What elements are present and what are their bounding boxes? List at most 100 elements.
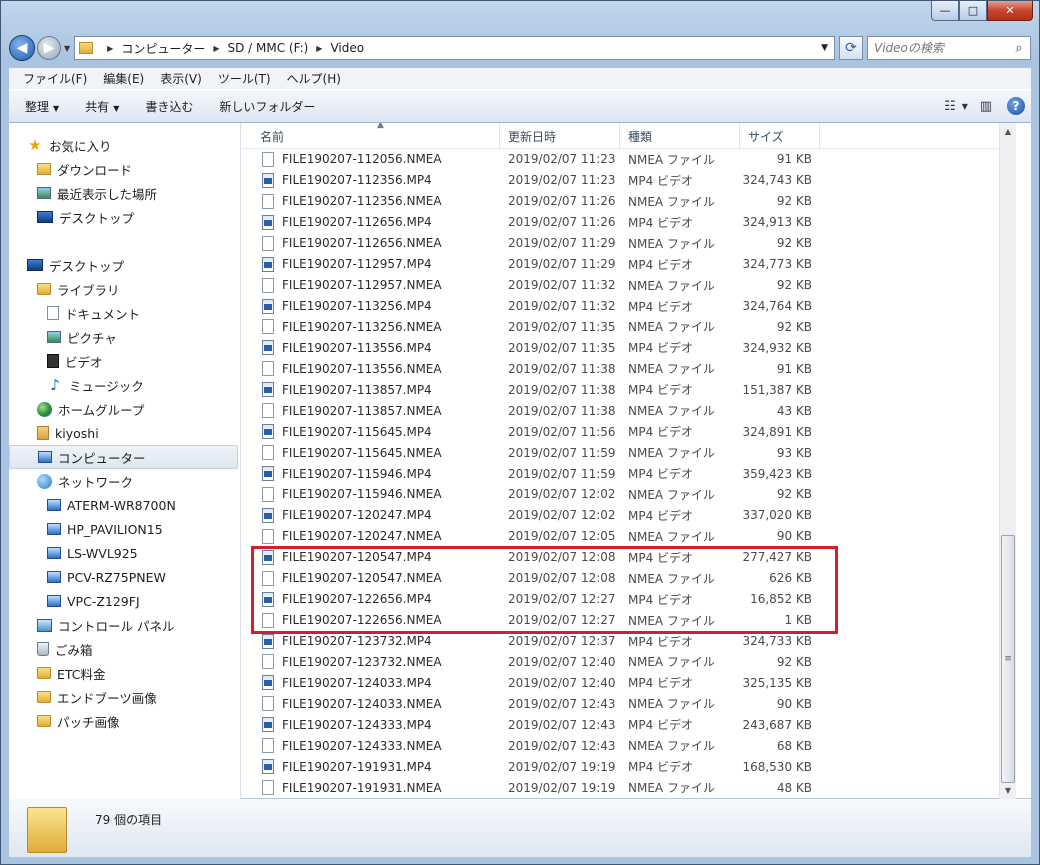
close-button[interactable]: ✕ [987,1,1033,21]
table-row[interactable]: FILE190207-113556.MP4 2019/02/07 11:35 MP4… [242,337,1016,358]
nav-network-host[interactable]: PCV-RZ75PNEW [9,565,240,589]
nav-recycle-bin[interactable]: ごみ箱 [9,637,240,661]
column-header-name[interactable]: ▲ 名前 [242,123,500,149]
menu-tools[interactable]: ツール(T) [210,68,279,89]
table-row[interactable]: FILE190207-113857.MP4 2019/02/07 11:38 MP4… [242,379,1016,400]
table-row[interactable]: FILE190207-115946.NMEA 2019/02/07 12:02 NM… [242,484,1016,505]
nav-favorites[interactable]: ★ お気に入り [9,133,240,157]
nav-desktop-favorite[interactable]: デスクトップ [9,205,240,229]
homegroup-icon [37,401,52,417]
control-panel-icon [37,618,52,632]
table-row[interactable]: FILE190207-124033.NMEA 2019/02/07 12:43 NM… [242,693,1016,714]
help-icon: ? [1007,97,1025,115]
table-row[interactable]: FILE190207-124033.MP4 2019/02/07 12:40 MP4… [242,672,1016,693]
new-folder-button[interactable]: 新しいフォルダー [209,94,325,119]
file-name: FILE190207-113556.NMEA [282,361,442,376]
breadcrumb-computer[interactable]: コンピューター [121,40,205,57]
nav-control-panel[interactable]: コントロール パネル [9,613,240,637]
column-header-date[interactable]: 更新日時 [500,123,620,149]
burn-button[interactable]: 書き込む [135,94,203,119]
maximize-button[interactable]: □ [959,1,987,21]
menu-view[interactable]: 表示(V) [152,68,210,89]
table-row[interactable]: FILE190207-120547.NMEA 2019/02/07 12:08 NM… [242,568,1016,589]
nav-libraries[interactable]: ライブラリ [9,277,240,301]
menu-file[interactable]: ファイル(F) [15,68,95,89]
nav-folder[interactable]: ETC料金 [9,661,240,685]
file-date: 2019/02/07 19:19 [508,759,616,774]
nav-pictures[interactable]: ピクチャ [9,325,240,349]
nav-homegroup[interactable]: ホームグループ [9,397,240,421]
nav-network-host[interactable]: ATERM-WR8700N [9,493,240,517]
nav-documents[interactable]: ドキュメント [9,301,240,325]
address-dropdown-icon[interactable]: ▼ [821,43,828,53]
nav-videos[interactable]: ビデオ [9,349,240,373]
scroll-thumb[interactable]: ≡ [1001,535,1015,783]
preview-pane-button[interactable]: ▥ [971,95,1001,117]
nav-user[interactable]: kiyoshi [9,421,240,445]
table-row[interactable]: FILE190207-112356.MP4 2019/02/07 11:23 MP4… [242,170,1016,191]
nav-folder[interactable]: エンドブーツ画像 [9,685,240,709]
nav-network[interactable]: ネットワーク [9,469,240,493]
table-row[interactable]: FILE190207-122656.NMEA 2019/02/07 12:27 NM… [242,610,1016,631]
nav-network-host[interactable]: HP_PAVILION15 [9,517,240,541]
column-header-size[interactable]: サイズ [740,123,820,149]
forward-button[interactable]: ▶ [37,36,61,60]
nav-network-host[interactable]: VPC-Z129FJ [9,589,240,613]
nav-music[interactable]: ♪ ミュージック [9,373,240,397]
table-row[interactable]: FILE190207-123732.NMEA 2019/02/07 12:40 NM… [242,652,1016,673]
search-input[interactable] [874,41,1008,55]
nav-recent[interactable]: 最近表示した場所 [9,181,240,205]
table-row[interactable]: FILE190207-124333.MP4 2019/02/07 12:43 MP4… [242,714,1016,735]
table-row[interactable]: FILE190207-123732.MP4 2019/02/07 12:37 MP4… [242,631,1016,652]
table-row[interactable]: FILE190207-113556.NMEA 2019/02/07 11:38 NM… [242,358,1016,379]
search-icon[interactable]: ⌕ [1008,41,1030,56]
chevron-right-icon: ▶ [107,43,114,53]
table-row[interactable]: FILE190207-112656.MP4 2019/02/07 11:26 MP4… [242,212,1016,233]
breadcrumb-sd-card[interactable]: SD / MMC (F:) [227,41,308,55]
column-header-type[interactable]: 種類 [620,123,740,149]
file-date: 2019/02/07 11:23 [508,152,616,167]
help-button[interactable]: ? [1001,95,1031,117]
table-row[interactable]: FILE190207-191931.MP4 2019/02/07 19:19 MP4… [242,756,1016,777]
table-row[interactable]: FILE190207-112957.NMEA 2019/02/07 11:32 NM… [242,275,1016,296]
nav-computer[interactable]: コンピューター [9,445,238,469]
nav-folder[interactable]: パッチ画像 [9,709,240,733]
table-row[interactable]: FILE190207-113857.NMEA 2019/02/07 11:38 NM… [242,400,1016,421]
table-row[interactable]: FILE190207-115645.NMEA 2019/02/07 11:59 NM… [242,442,1016,463]
table-row[interactable]: FILE190207-124333.NMEA 2019/02/07 12:43 NM… [242,735,1016,756]
table-row[interactable]: FILE190207-115946.MP4 2019/02/07 11:59 MP4… [242,463,1016,484]
scroll-down-button[interactable]: ▼ [1000,782,1016,799]
table-row[interactable]: FILE190207-112656.NMEA 2019/02/07 11:29 NM… [242,233,1016,254]
file-date: 2019/02/07 12:08 [508,550,616,565]
table-row[interactable]: FILE190207-120247.MP4 2019/02/07 12:02 MP4… [242,505,1016,526]
table-row[interactable]: FILE190207-113256.MP4 2019/02/07 11:32 MP4… [242,296,1016,317]
nav-downloads[interactable]: ダウンロード [9,157,240,181]
recent-places-icon [37,187,51,199]
file-name-cell: FILE190207-123732.MP4 [242,633,500,649]
refresh-button[interactable]: ⟳ [839,36,863,60]
minimize-button[interactable]: — [931,1,959,21]
table-row[interactable]: FILE190207-120247.NMEA 2019/02/07 12:05 NM… [242,526,1016,547]
menu-help[interactable]: ヘルプ(H) [279,68,349,89]
address-bar[interactable]: ▶ コンピューター ▶ SD / MMC (F:) ▶ Video ▼ [74,36,835,60]
nav-network-host[interactable]: LS-WVL925 [9,541,240,565]
table-row[interactable]: FILE190207-112957.MP4 2019/02/07 11:29 MP4… [242,254,1016,275]
table-row[interactable]: FILE190207-191931.NMEA 2019/02/07 19:19 NM… [242,777,1016,798]
nav-desktop[interactable]: デスクトップ [9,253,240,277]
scroll-up-button[interactable]: ▲ [1000,123,1016,140]
table-row[interactable]: FILE190207-115645.MP4 2019/02/07 11:56 MP4… [242,421,1016,442]
table-row[interactable]: FILE190207-113256.NMEA 2019/02/07 11:35 NM… [242,317,1016,338]
table-row[interactable]: FILE190207-112356.NMEA 2019/02/07 11:26 NM… [242,191,1016,212]
view-options-button[interactable]: ☷ ▼ [941,95,971,117]
vertical-scrollbar[interactable]: ▲ ≡ ▼ [999,123,1016,799]
organize-button[interactable]: 整理 ▼ [15,94,69,119]
breadcrumb-video[interactable]: Video [330,41,364,55]
share-button[interactable]: 共有 ▼ [75,94,129,119]
table-row[interactable]: FILE190207-120547.MP4 2019/02/07 12:08 MP4… [242,547,1016,568]
recent-pages-dropdown[interactable]: ▼ [64,44,70,53]
back-button[interactable]: ◀ [9,35,35,61]
table-row[interactable]: FILE190207-112056.NMEA 2019/02/07 11:23 NM… [242,149,1016,170]
table-row[interactable]: FILE190207-122656.MP4 2019/02/07 12:27 MP4… [242,589,1016,610]
menu-edit[interactable]: 編集(E) [95,68,152,89]
file-name-cell: FILE190207-113857.MP4 [242,382,500,398]
